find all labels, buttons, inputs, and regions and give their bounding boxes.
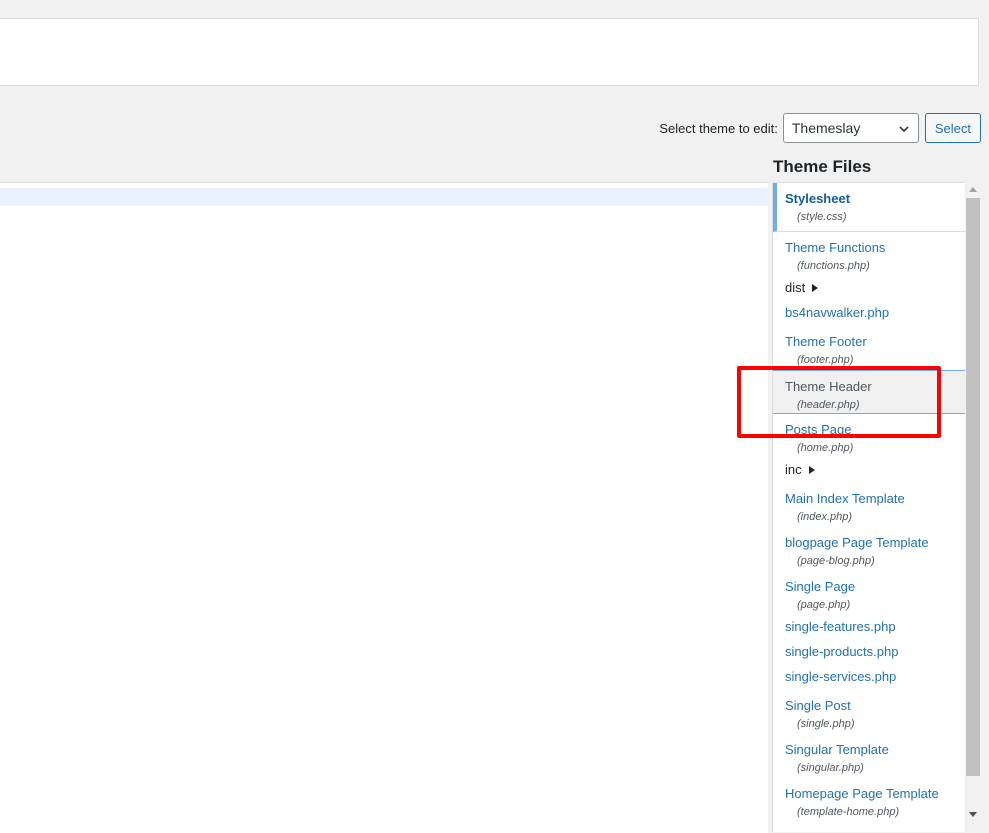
file-item-index[interactable]: Main Index Template (index.php) bbox=[773, 483, 965, 527]
editor-active-line bbox=[0, 188, 768, 206]
chevron-down-icon bbox=[899, 126, 909, 133]
file-name: Theme Functions bbox=[785, 240, 886, 255]
select-theme-button[interactable]: Select bbox=[924, 113, 981, 143]
file-item-page[interactable]: Single Page (page.php) bbox=[773, 571, 965, 615]
file-item-template-home[interactable]: Homepage Page Template (template-home.ph… bbox=[773, 778, 965, 822]
file-name: bs4navwalker.php bbox=[785, 305, 890, 320]
file-name: blogpage Page Template bbox=[785, 535, 929, 550]
file-path: (functions.php) bbox=[797, 260, 870, 272]
file-path: (single.php) bbox=[797, 718, 855, 730]
folder-name: dist bbox=[785, 279, 965, 296]
file-name: Singular Template bbox=[785, 742, 889, 757]
folder-item-dist[interactable]: dist bbox=[773, 276, 965, 301]
file-item-single[interactable]: Single Post (single.php) bbox=[773, 690, 965, 734]
caret-right-icon bbox=[812, 283, 819, 292]
file-path: (singular.php) bbox=[797, 762, 864, 774]
file-name: Theme Footer bbox=[785, 334, 867, 349]
code-editor[interactable] bbox=[0, 182, 768, 833]
file-path: (page-blog.php) bbox=[797, 555, 875, 567]
file-item-stylesheet[interactable]: Stylesheet (style.css) bbox=[773, 183, 965, 232]
file-name: single-products.php bbox=[785, 644, 899, 659]
theme-select-row: Select theme to edit: Themeslay Select bbox=[659, 113, 981, 143]
theme-select-label: Select theme to edit: bbox=[659, 120, 778, 136]
file-name: single-features.php bbox=[785, 619, 896, 634]
file-item-singular[interactable]: Singular Template (singular.php) bbox=[773, 734, 965, 778]
folder-label: inc bbox=[785, 462, 802, 477]
file-name: single-services.php bbox=[785, 669, 897, 684]
file-path: (template-home.php) bbox=[797, 806, 900, 818]
file-item-page-blog[interactable]: blogpage Page Template (page-blog.php) bbox=[773, 527, 965, 571]
file-name: Single Page bbox=[785, 579, 856, 594]
file-item-single-features[interactable]: single-features.php bbox=[773, 615, 965, 640]
file-path: (index.php) bbox=[797, 511, 853, 523]
file-item-functions[interactable]: Theme Functions (functions.php) bbox=[773, 232, 965, 276]
theme-files-panel: Stylesheet (style.css) Theme Functions (… bbox=[772, 182, 965, 832]
file-item-single-products[interactable]: single-products.php bbox=[773, 640, 965, 665]
theme-files-heading: Theme Files bbox=[773, 157, 872, 176]
file-name: Main Index Template bbox=[785, 491, 905, 506]
theme-dropdown-value: Themeslay bbox=[791, 120, 861, 136]
folder-item-inc[interactable]: inc bbox=[773, 458, 965, 483]
file-name: Single Post bbox=[785, 698, 851, 713]
scroll-down-icon[interactable] bbox=[969, 812, 977, 817]
file-path: (style.css) bbox=[797, 211, 847, 223]
file-path: (home.php) bbox=[797, 442, 854, 454]
scroll-up-icon[interactable] bbox=[969, 187, 977, 192]
caret-right-icon bbox=[808, 465, 815, 474]
file-path: (page.php) bbox=[797, 599, 851, 611]
file-list-scrollbar[interactable] bbox=[965, 182, 981, 832]
file-item-bs4navwalker[interactable]: bs4navwalker.php bbox=[773, 301, 965, 326]
annotation-highlight-box bbox=[737, 366, 941, 438]
file-name: Homepage Page Template bbox=[785, 786, 939, 801]
theme-file-list: Stylesheet (style.css) Theme Functions (… bbox=[773, 183, 965, 822]
scroll-thumb[interactable] bbox=[966, 198, 980, 776]
file-item-footer[interactable]: Theme Footer (footer.php) bbox=[773, 326, 965, 370]
folder-label: dist bbox=[785, 280, 806, 295]
top-notice-box bbox=[0, 18, 979, 86]
folder-name: inc bbox=[785, 461, 965, 478]
file-item-single-services[interactable]: single-services.php bbox=[773, 665, 965, 690]
theme-dropdown[interactable]: Themeslay bbox=[782, 113, 919, 143]
file-name: Stylesheet bbox=[785, 191, 851, 206]
